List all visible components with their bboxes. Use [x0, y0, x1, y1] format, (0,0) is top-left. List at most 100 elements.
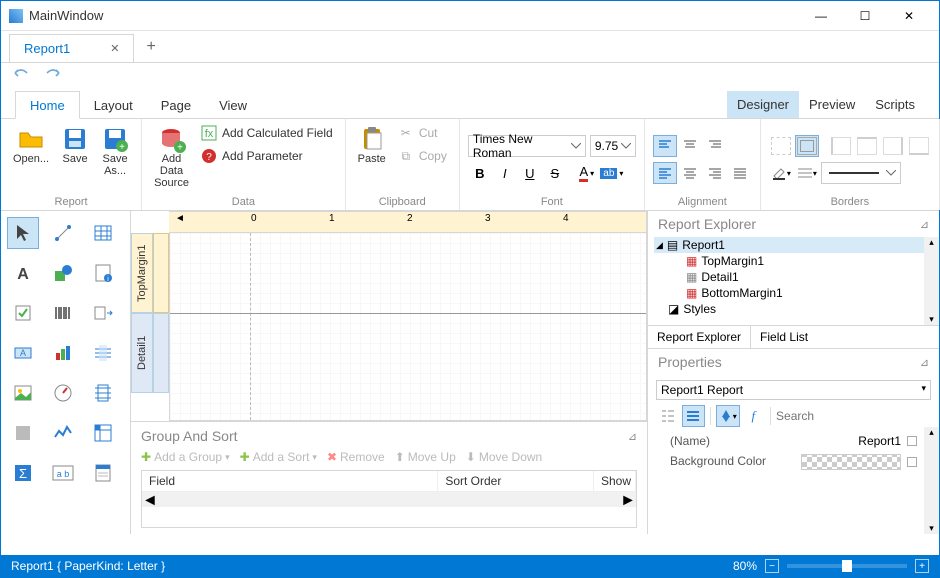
forecolor-button[interactable]: A▾: [575, 162, 599, 184]
pin-icon[interactable]: ⊿: [628, 430, 637, 443]
align-top-left-button[interactable]: [653, 135, 677, 157]
favorites-button[interactable]: ▾: [716, 405, 740, 427]
report-canvas[interactable]: [169, 233, 647, 421]
prop-marker-icon[interactable]: [907, 436, 917, 446]
tree-node-topmargin[interactable]: ▦TopMargin1: [654, 253, 933, 269]
checkbox-tool[interactable]: [7, 297, 39, 329]
close-button[interactable]: ✕: [887, 2, 931, 30]
tree-node-root[interactable]: ◢▤Report1: [654, 237, 933, 253]
add-param-button[interactable]: ?Add Parameter: [197, 146, 337, 166]
report-explorer-tree[interactable]: ◢▤Report1 ▦TopMargin1 ▦Detail1 ▦BottomMa…: [648, 237, 939, 325]
border-width-button[interactable]: ▾: [795, 162, 819, 184]
pin-icon[interactable]: ⊿: [920, 356, 929, 369]
add-data-source-button[interactable]: +Add DataSource: [150, 123, 193, 191]
band-label-detail[interactable]: Detail1: [131, 313, 153, 393]
crossband-box-tool[interactable]: [87, 377, 119, 409]
italic-button[interactable]: I: [493, 162, 517, 184]
richtext-tool[interactable]: i: [87, 257, 119, 289]
color-swatch[interactable]: [801, 454, 901, 470]
prop-value[interactable]: Report1: [858, 434, 901, 448]
col-sort[interactable]: Sort Order: [438, 471, 594, 491]
bold-button[interactable]: B: [468, 162, 492, 184]
prop-marker-icon[interactable]: [907, 457, 917, 467]
gauge-tool[interactable]: [47, 377, 79, 409]
underline-button[interactable]: U: [518, 162, 542, 184]
align-left-button[interactable]: [653, 162, 677, 184]
backcolor-button[interactable]: ab▾: [600, 162, 624, 184]
table-tool[interactable]: [87, 217, 119, 249]
save-as-button[interactable]: +SaveAs...: [97, 123, 133, 179]
border-all-button[interactable]: [795, 135, 819, 157]
band-collapse-detail[interactable]: [153, 313, 169, 393]
border-style-select[interactable]: [821, 162, 901, 184]
property-search-input[interactable]: [776, 409, 931, 423]
pin-icon[interactable]: ⊿: [920, 218, 929, 231]
font-family-select[interactable]: Times New Roman: [468, 135, 586, 157]
tab-field-list[interactable]: Field List: [751, 326, 817, 348]
mode-preview[interactable]: Preview: [799, 91, 865, 118]
border-color-button[interactable]: ▾: [769, 162, 793, 184]
copy-button[interactable]: ⧉Copy: [394, 146, 451, 166]
sparkline-tool[interactable]: [47, 417, 79, 449]
shape-tool[interactable]: [47, 257, 79, 289]
horizontal-ruler[interactable]: ◄ 0 1 2 3 4: [169, 211, 647, 233]
property-grid[interactable]: (Name) Report1 Background Color ▴▾: [648, 427, 939, 534]
design-surface[interactable]: TopMargin1 Detail1 ◄ 0 1 2 3 4: [131, 211, 647, 421]
collapse-icon[interactable]: ◢: [656, 240, 663, 251]
v-scrollbar[interactable]: ▴▾: [924, 237, 939, 325]
tab-report-explorer[interactable]: Report Explorer: [648, 326, 751, 348]
minimize-button[interactable]: —: [799, 2, 843, 30]
h-scrollbar[interactable]: ◄►: [142, 492, 636, 507]
ribbon-tab-layout[interactable]: Layout: [80, 92, 147, 118]
move-up-button[interactable]: ⬆Move Up: [395, 450, 456, 464]
v-scrollbar[interactable]: ▴▾: [924, 427, 939, 534]
band-collapse-topmargin[interactable]: [153, 233, 169, 313]
open-button[interactable]: Open...: [9, 123, 53, 167]
border-right-button[interactable]: [881, 135, 905, 157]
sum-tool[interactable]: Σ: [7, 457, 39, 489]
zoom-out-button[interactable]: −: [765, 559, 779, 573]
property-row[interactable]: Background Color: [656, 451, 931, 473]
align-center-button[interactable]: [678, 162, 702, 184]
crossband-tool[interactable]: [87, 337, 119, 369]
events-button[interactable]: f: [742, 405, 766, 427]
pivot-tool[interactable]: [87, 417, 119, 449]
col-field[interactable]: Field: [142, 471, 438, 491]
align-top-right-button[interactable]: [703, 135, 727, 157]
tree-node-detail[interactable]: ▦Detail1: [654, 269, 933, 285]
ribbon-tab-home[interactable]: Home: [15, 91, 80, 119]
ribbon-tab-view[interactable]: View: [205, 92, 261, 118]
font-size-select[interactable]: 9.75: [590, 135, 636, 157]
line-tool[interactable]: [47, 217, 79, 249]
tree-node-bottommargin[interactable]: ▦BottomMargin1: [654, 285, 933, 301]
align-justify-button[interactable]: [728, 162, 752, 184]
border-left-button[interactable]: [829, 135, 853, 157]
align-right-button[interactable]: [703, 162, 727, 184]
align-top-center-button[interactable]: [678, 135, 702, 157]
border-bottom-button[interactable]: [907, 135, 931, 157]
cut-button[interactable]: ✂Cut: [394, 123, 451, 143]
remove-button[interactable]: ✖Remove: [327, 450, 385, 464]
maximize-button[interactable]: ☐: [843, 2, 887, 30]
pointer-tool[interactable]: [7, 217, 39, 249]
border-top-button[interactable]: [855, 135, 879, 157]
panel-tool[interactable]: [7, 417, 39, 449]
barcode-tool[interactable]: [47, 297, 79, 329]
property-row[interactable]: (Name) Report1: [656, 431, 931, 451]
zoom-in-button[interactable]: +: [915, 559, 929, 573]
subreport-tool[interactable]: [87, 457, 119, 489]
categorized-button[interactable]: [656, 405, 680, 427]
close-tab-icon[interactable]: ✕: [110, 42, 119, 55]
zoom-slider[interactable]: [787, 564, 907, 568]
add-calc-field-button[interactable]: fxAdd Calculated Field: [197, 123, 337, 143]
picture-tool[interactable]: [7, 377, 39, 409]
undo-button[interactable]: [13, 66, 29, 84]
chart-tool[interactable]: [47, 337, 79, 369]
zoom-slider-thumb[interactable]: [842, 560, 852, 572]
band-divider[interactable]: [170, 313, 646, 314]
character-comb-tool[interactable]: A: [7, 337, 39, 369]
save-button[interactable]: Save: [57, 123, 93, 167]
zipcode-tool[interactable]: a b: [47, 457, 79, 489]
label-tool[interactable]: A: [7, 257, 39, 289]
mode-scripts[interactable]: Scripts: [865, 91, 925, 118]
